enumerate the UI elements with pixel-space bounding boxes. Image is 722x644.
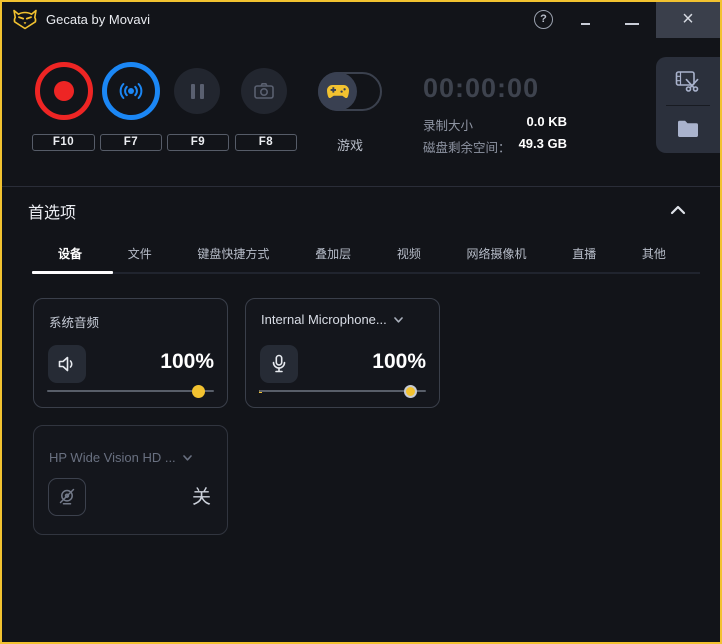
disk-space-value: 49.3 GB: [518, 136, 567, 151]
slider-thumb[interactable]: [404, 385, 417, 398]
chevron-down-icon: [182, 454, 192, 461]
system-audio-mute-button[interactable]: [48, 345, 86, 383]
chevron-down-icon: [393, 316, 403, 323]
open-folder-button[interactable]: [656, 106, 720, 154]
system-audio-label: 系统音频: [49, 316, 100, 330]
slider-thumb[interactable]: [192, 385, 205, 398]
tab-live-stream[interactable]: 直播: [572, 245, 596, 262]
record-icon: [54, 81, 74, 101]
game-mode-toggle[interactable]: [318, 72, 382, 111]
microphone-volume: 100%: [372, 350, 426, 373]
slider-track: [259, 390, 426, 392]
preferences-title: 首选项: [28, 205, 77, 222]
microphone-slider[interactable]: [259, 385, 426, 398]
snapshot-hotkey-badge: F8: [235, 134, 297, 151]
title-bar: Gecata by Movavi ? ×: [2, 2, 720, 38]
collapse-preferences-button[interactable]: [666, 201, 690, 219]
webcam-off-icon: [59, 488, 75, 505]
tab-device[interactable]: 设备: [58, 245, 82, 262]
tab-overlay[interactable]: 叠加层: [315, 245, 351, 262]
speaker-icon: [58, 356, 73, 372]
microphone-device-name: Internal Microphone...: [261, 312, 387, 327]
app-title: Gecata by Movavi: [46, 12, 151, 27]
video-editor-icon: [675, 70, 699, 92]
microphone-icon: [272, 354, 286, 373]
tab-bar-baseline: [32, 272, 700, 274]
stream-icon: [119, 83, 143, 99]
tab-webcam[interactable]: 网络摄像机: [467, 245, 527, 262]
snapshot-camera-icon: [254, 83, 274, 99]
close-icon: ×: [682, 8, 694, 30]
record-hotkey-badge: F10: [32, 134, 95, 151]
webcam-state-value: 关: [191, 487, 211, 508]
compact-mode-icon[interactable]: [581, 23, 590, 25]
microphone-card: Internal Microphone... 100%: [245, 298, 440, 408]
webcam-device-select[interactable]: HP Wide Vision HD ...: [49, 450, 192, 465]
help-button[interactable]: ?: [534, 10, 553, 29]
record-button[interactable]: [35, 62, 93, 120]
webcam-card: HP Wide Vision HD ... 关: [33, 425, 228, 535]
help-icon: ?: [540, 13, 547, 25]
close-button[interactable]: ×: [656, 2, 720, 38]
stream-hotkey-badge: F7: [100, 134, 162, 151]
microphone-device-select[interactable]: Internal Microphone...: [261, 312, 403, 327]
active-tab-underline: [32, 271, 113, 274]
chevron-up-icon: [670, 205, 686, 215]
side-panel: [656, 57, 720, 153]
recording-size-value: 0.0 KB: [526, 114, 567, 129]
slider-track: [47, 390, 214, 392]
snapshot-button[interactable]: [241, 68, 287, 114]
owl-logo-icon: [13, 9, 37, 30]
tab-video[interactable]: 视频: [397, 245, 421, 262]
app-window: Gecata by Movavi ? × F10 F7 F9 F8 游戏 00:…: [0, 0, 722, 644]
section-divider: [2, 186, 720, 187]
pause-button[interactable]: [174, 68, 220, 114]
open-video-editor-button[interactable]: [656, 57, 720, 105]
webcam-toggle-button[interactable]: [48, 478, 86, 516]
system-audio-slider[interactable]: [47, 385, 214, 398]
minimize-icon[interactable]: [625, 23, 639, 25]
webcam-device-name: HP Wide Vision HD ...: [49, 450, 176, 465]
folder-icon: [678, 121, 698, 138]
tab-other[interactable]: 其他: [642, 245, 666, 262]
microphone-mute-button[interactable]: [260, 345, 298, 383]
gamepad-icon: [326, 85, 349, 99]
game-toggle-label: 游戏: [336, 138, 363, 153]
stream-button[interactable]: [102, 62, 160, 120]
system-audio-volume: 100%: [160, 350, 214, 373]
recording-timer: 00:00:00: [423, 73, 540, 103]
preferences-tab-bar: 设备 文件 键盘快捷方式 叠加层 视频 网络摄像机 直播 其他: [58, 245, 666, 262]
system-audio-card: 系统音频 100%: [33, 298, 228, 408]
pause-icon: [190, 83, 204, 99]
tab-keyboard-shortcuts[interactable]: 键盘快捷方式: [197, 245, 269, 262]
tab-file[interactable]: 文件: [128, 245, 152, 262]
game-toggle-knob: [318, 72, 357, 111]
pause-hotkey-badge: F9: [167, 134, 229, 151]
